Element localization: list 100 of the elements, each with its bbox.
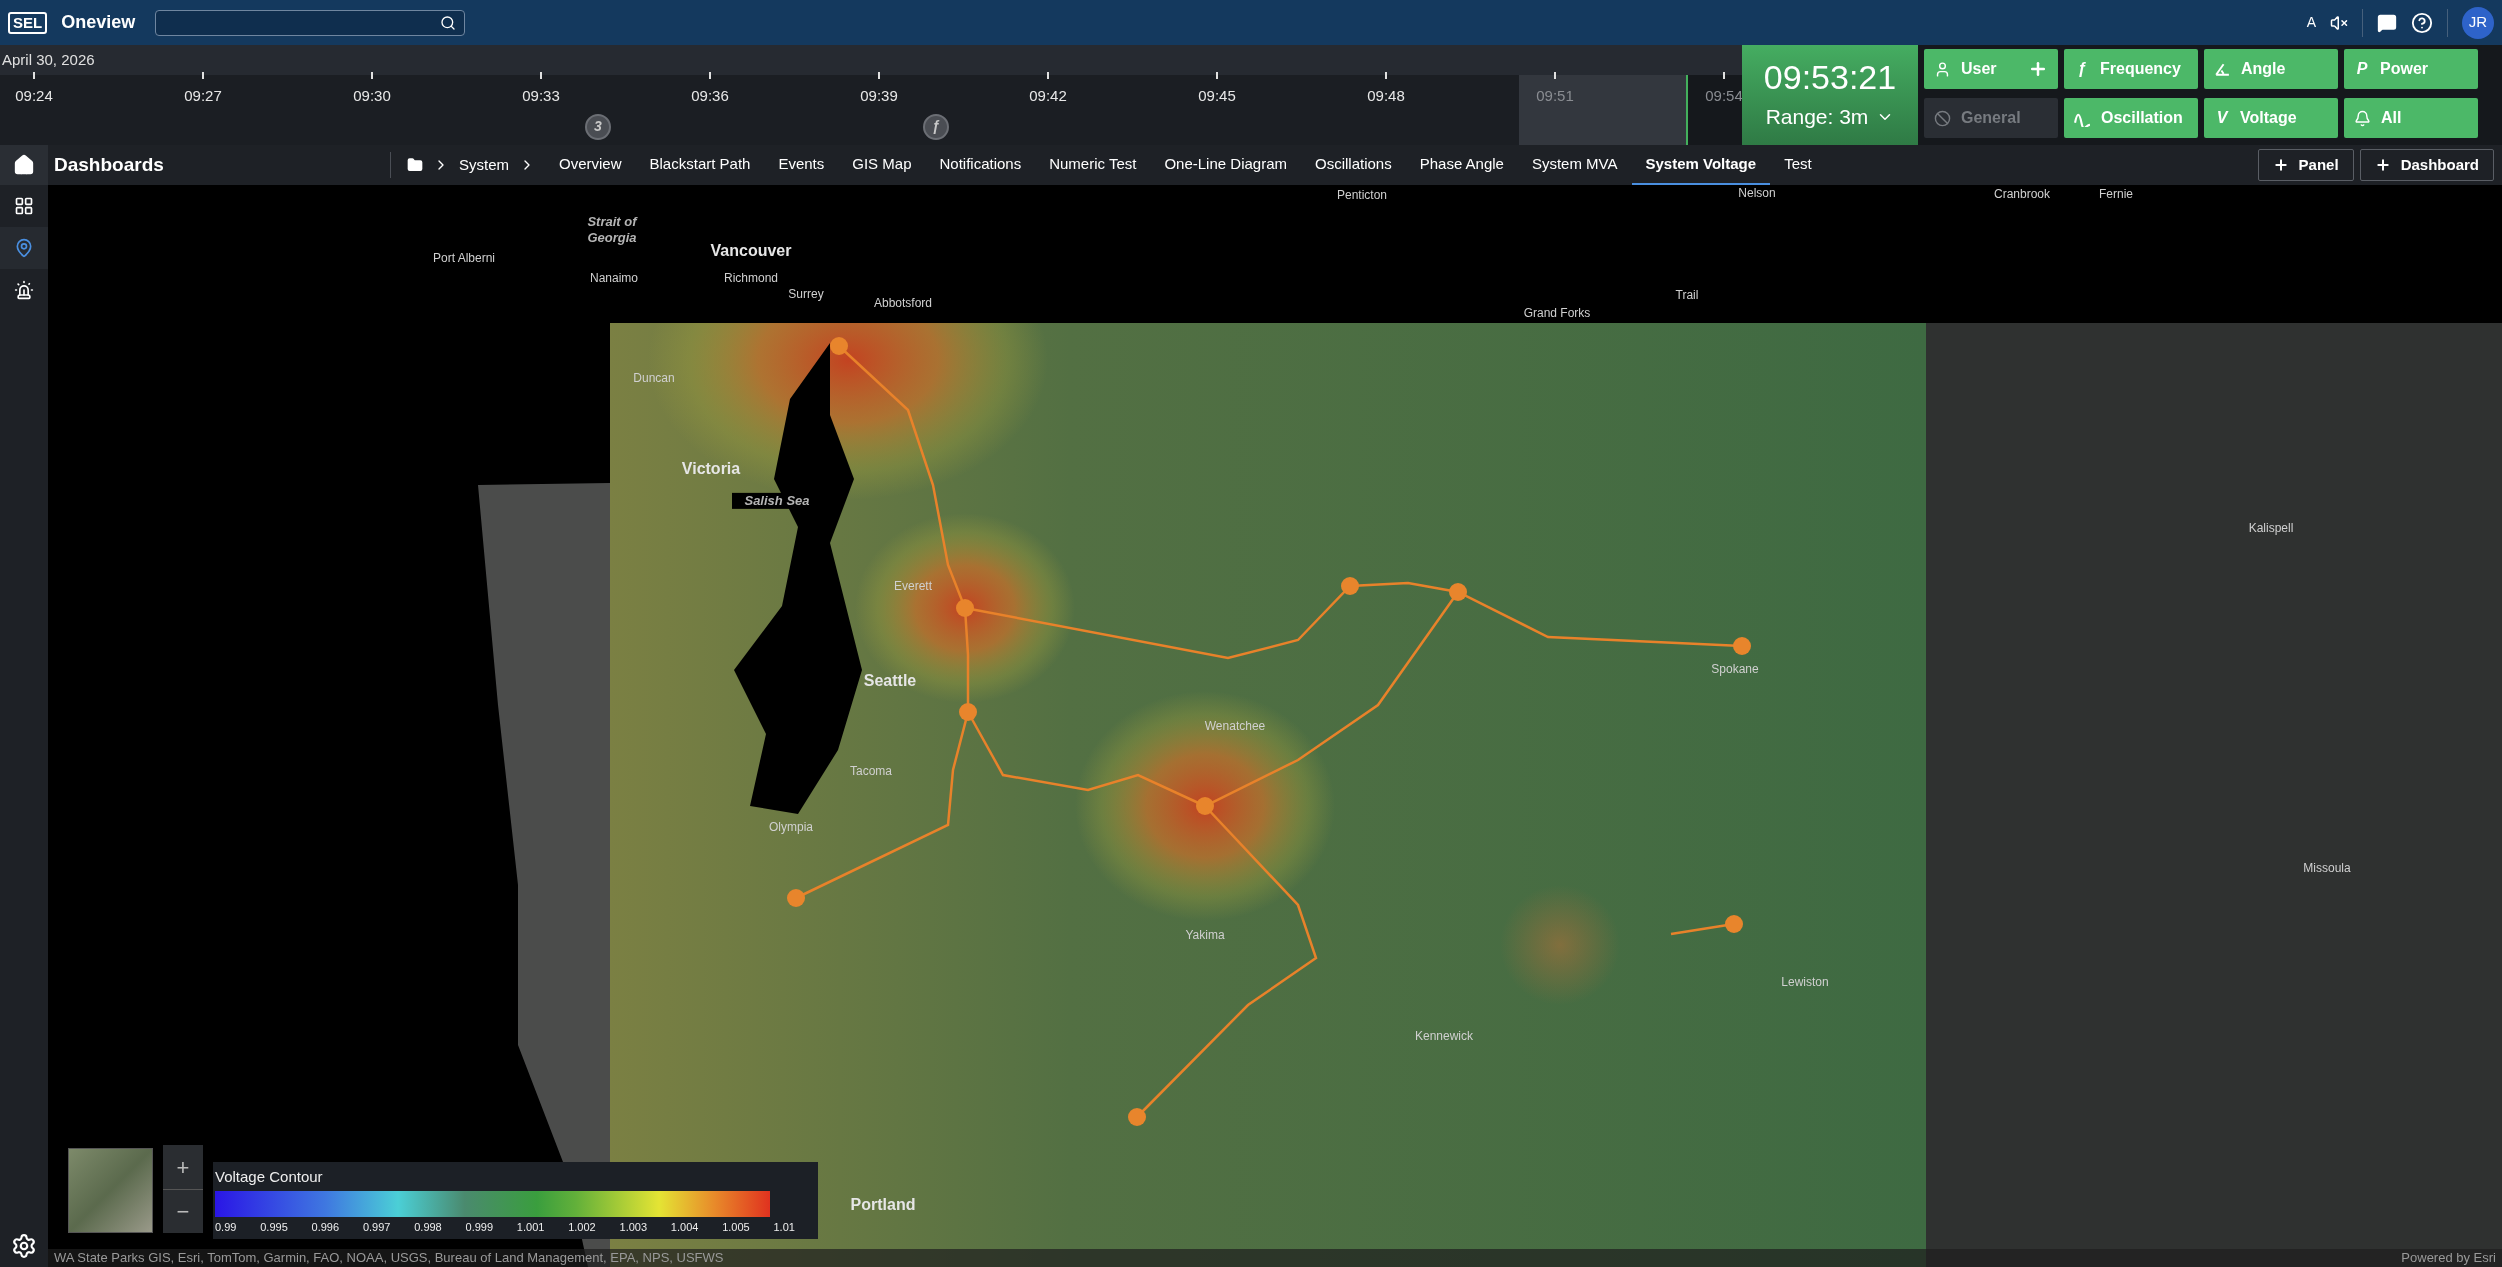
dashboard-tab[interactable]: Phase Angle	[1405, 145, 1518, 185]
map-label: Fernie	[2099, 186, 2133, 203]
page-title: Dashboards	[54, 152, 165, 177]
substation-marker[interactable]	[1733, 637, 1751, 655]
home-button[interactable]	[0, 145, 48, 185]
map-label: Trail	[1675, 287, 1699, 304]
timeline-tick-label: 09:42	[1029, 86, 1067, 106]
legend-tick-label: 1.002	[568, 1219, 596, 1235]
zoom-button[interactable]: +	[163, 1145, 203, 1189]
timeline-tick-label: 09:51	[1536, 86, 1574, 106]
timeline-tick-label: 09:24	[15, 86, 53, 106]
zoom-button[interactable]: −	[163, 1189, 203, 1233]
range-label: Range: 3m	[1765, 104, 1869, 131]
map-label: Port Alberni	[433, 250, 495, 267]
map-label: Yakima	[1185, 927, 1225, 944]
dashboard-tab[interactable]: One-Line Diagram	[1150, 145, 1301, 185]
user-icon	[1934, 60, 1951, 78]
timeline-date: April 30, 2026	[2, 49, 95, 70]
timeline-tick-label: 09:48	[1367, 86, 1405, 106]
map-label: Abbotsford	[874, 295, 932, 312]
breadcrumb-link[interactable]: System	[459, 153, 509, 177]
basemap-thumbnail[interactable]	[68, 1148, 153, 1233]
map-label: Everett	[894, 578, 932, 595]
add-button[interactable]: Panel	[2257, 149, 2354, 181]
help-icon[interactable]	[2411, 11, 2433, 34]
legend-tick-label: 1.01	[773, 1219, 795, 1235]
add-button[interactable]: Dashboard	[2359, 149, 2494, 181]
substation-marker[interactable]	[959, 703, 977, 721]
substation-marker[interactable]	[1725, 915, 1743, 933]
substation-marker[interactable]	[787, 889, 805, 907]
dashboard-tab[interactable]: Oscillations	[1301, 145, 1406, 185]
legend-tick-label: 0.999	[465, 1219, 494, 1235]
chat-icon[interactable]	[2377, 12, 2397, 33]
prohibited-icon	[1934, 109, 1951, 127]
map-label: Victoria	[681, 459, 741, 479]
legend-tick-label: 0.99	[215, 1219, 237, 1235]
home-icon	[13, 154, 35, 176]
dashboard-tab[interactable]: Blackstart Path	[635, 145, 765, 185]
app-title: Oneview	[61, 11, 136, 34]
map-label: Portland	[850, 1195, 916, 1215]
map-label: Grand Forks	[1523, 305, 1591, 322]
timeline-tick-label: 09:27	[184, 86, 222, 106]
legend-title: Voltage Contour	[215, 1167, 324, 1187]
language-button[interactable]: A	[2306, 12, 2316, 33]
legend-tick-label: 0.996	[311, 1219, 340, 1235]
bell-icon	[2354, 109, 2371, 127]
map-label: Seattle	[863, 671, 917, 691]
substation-marker[interactable]	[1449, 583, 1467, 601]
legend-tick-label: 1.003	[619, 1219, 648, 1235]
timeline-tick-label: 09:36	[691, 86, 729, 106]
map-label: Tacoma	[850, 763, 892, 780]
add-icon[interactable]	[2028, 59, 2048, 79]
avatar[interactable]: JR	[2462, 6, 2494, 39]
map-label: Spokane	[1711, 661, 1759, 678]
event-marker[interactable]: 3	[585, 113, 611, 140]
timeline[interactable]: April 30, 2026 09:24 09:27 09:30 09:33 3 09:36 09:39 ƒ 09:42 09:45 09:48 09:51 09:54	[0, 45, 1742, 145]
substation-marker[interactable]	[956, 599, 974, 617]
dashboard-tab[interactable]: System MVA	[1517, 145, 1632, 185]
map-label: Richmond	[724, 270, 778, 287]
substation-marker[interactable]	[1196, 797, 1214, 815]
map-label: Duncan	[633, 370, 675, 387]
event-marker[interactable]: ƒ	[923, 113, 949, 140]
folder-icon[interactable]	[407, 157, 423, 173]
dashboard-tab[interactable]: Notifications	[925, 145, 1036, 185]
map-label: Lewiston	[1781, 974, 1829, 991]
clock-panel[interactable]: 09:53:21 Range: 3m	[1742, 45, 1918, 145]
map-label: Wenatchee	[1204, 718, 1266, 735]
map-label: Nanaimo	[590, 270, 638, 287]
plus-icon	[2374, 157, 2391, 173]
map-label: Missoula	[2303, 860, 2351, 877]
substation-marker[interactable]	[830, 337, 848, 355]
map-label: Kennewick	[1415, 1028, 1473, 1045]
legend-tick-label: 1.001	[516, 1219, 545, 1235]
map-label: Penticton	[1337, 187, 1387, 204]
legend-tick-label: 0.997	[362, 1219, 391, 1235]
dashboard-tab[interactable]: GIS Map	[838, 145, 926, 185]
timeline-tick-label: 09:54	[1705, 86, 1742, 106]
filter-glyph: ƒ	[2076, 59, 2088, 79]
search-field[interactable]	[155, 9, 466, 36]
timeline-tick-label: 09:30	[353, 86, 391, 106]
logo: SEL	[8, 11, 48, 34]
dashboard-tab[interactable]: Overview	[545, 145, 636, 185]
mute-icon[interactable]	[2330, 13, 2348, 32]
alarm-icon	[14, 280, 34, 300]
map-label: Surrey	[788, 286, 824, 303]
current-time: 09:53:21	[1763, 57, 1897, 98]
attribution-text: WA State Parks GIS, Esri, TomTom, Garmin, FAO, NOAA, USGS, Bureau of Land Management, EPA, NPS, USFWS	[54, 1249, 724, 1267]
plus-icon	[2272, 157, 2289, 173]
dashboard-tab[interactable]: Test	[1770, 145, 1826, 185]
map-label: Cranbrook	[1994, 186, 2050, 203]
map[interactable]	[48, 185, 2502, 1267]
dashboard-tab[interactable]: Events	[764, 145, 839, 185]
map-label: Kalispell	[2248, 520, 2294, 537]
powered-by-text: Powered by Esri	[2401, 1249, 2496, 1267]
substation-marker[interactable]	[1128, 1108, 1146, 1126]
legend-tick-label: 1.004	[670, 1219, 699, 1235]
legend-tick-label: 0.998	[414, 1219, 442, 1235]
dashboard-tab[interactable]: Numeric Test	[1035, 145, 1151, 185]
timeline-tick-label: 09:45	[1198, 86, 1236, 106]
substation-marker[interactable]	[1341, 577, 1359, 595]
